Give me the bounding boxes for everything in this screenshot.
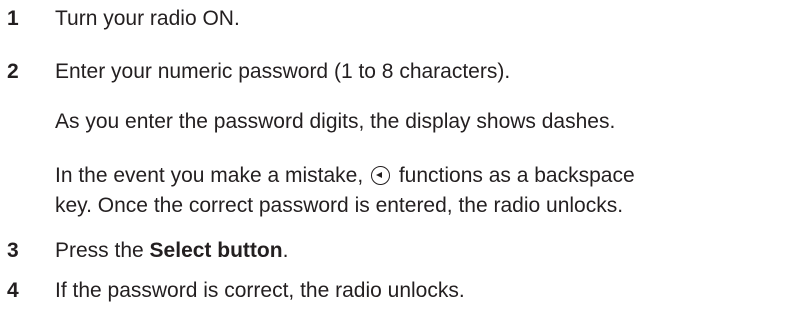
note-text: functions as a backspace <box>393 164 635 187</box>
note-text: In the event you make a mistake, <box>55 164 369 187</box>
step-number: 2 <box>7 60 19 83</box>
step-text-prefix: Press the <box>55 239 150 262</box>
instruction-page: 1 Turn your radio ON. 2 Enter your numer… <box>0 0 790 310</box>
select-button-label: Select button <box>149 239 283 262</box>
step-2-note-mistake: In the event you make a mistake, functio… <box>55 161 635 221</box>
step-text-suffix: . <box>282 239 289 262</box>
step-2-note-dashes: As you enter the password digits, the di… <box>55 110 616 133</box>
step-number: 4 <box>7 279 19 302</box>
step-text: Turn your radio ON. <box>55 7 240 30</box>
step-text: Enter your numeric password (1 to 8 char… <box>55 60 511 83</box>
left-arrow-icon <box>371 166 390 185</box>
step-text: If the password is correct, the radio un… <box>55 279 465 302</box>
step-text: Press the Select button. <box>55 238 288 264</box>
step-number: 1 <box>7 7 19 30</box>
step-number: 3 <box>7 239 19 262</box>
note-text: key. Once the correct password is entere… <box>55 194 624 217</box>
